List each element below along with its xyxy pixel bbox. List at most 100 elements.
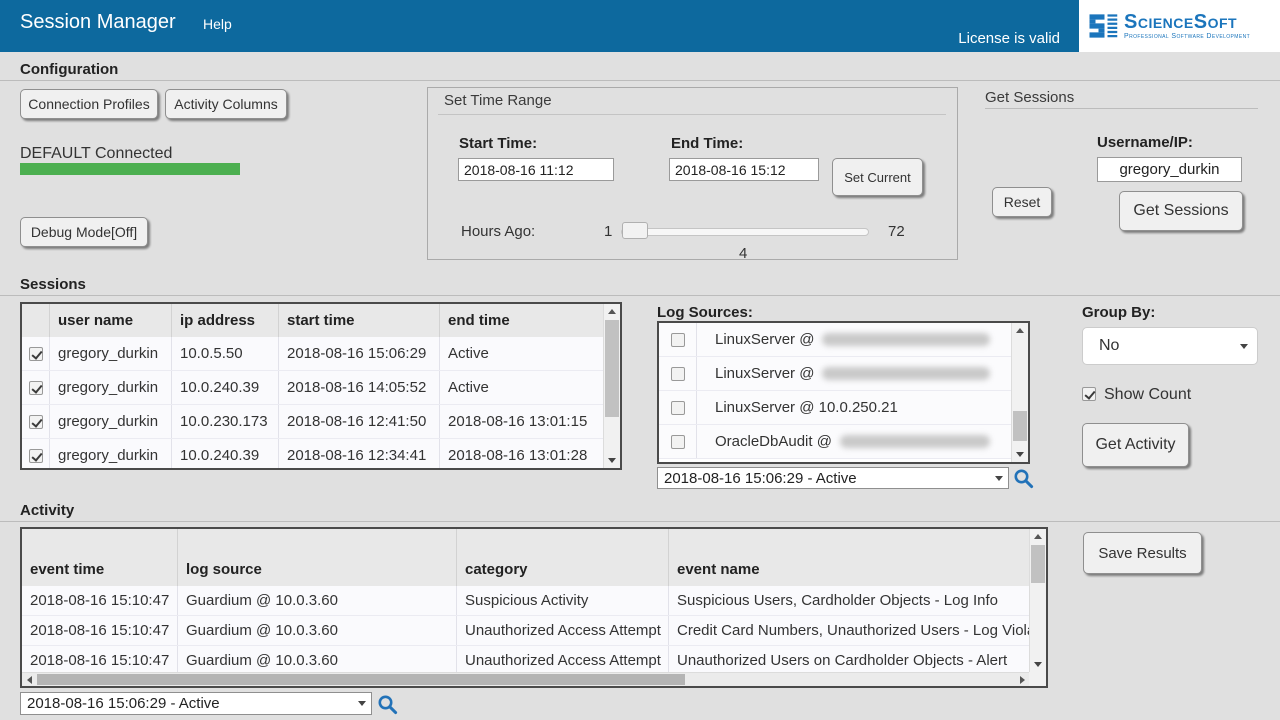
session-row-checkbox[interactable] <box>29 381 43 395</box>
cell-event-time: 2018-08-16 15:10:47 <box>22 586 177 615</box>
scrollbar-thumb[interactable] <box>1013 411 1027 441</box>
session-row-checkbox[interactable] <box>29 449 43 463</box>
cell-ip-address: 10.0.230.173 <box>171 405 278 438</box>
log-sources-vertical-scrollbar[interactable] <box>1011 323 1028 462</box>
start-time-label: Start Time: <box>459 135 537 152</box>
debug-mode-button[interactable]: Debug Mode[Off] <box>20 217 148 247</box>
log-source-checkbox[interactable] <box>671 435 685 449</box>
start-time-input[interactable] <box>458 158 614 181</box>
scrollbar-thumb[interactable] <box>37 674 685 685</box>
selected-session-value: 2018-08-16 15:06:29 - Active <box>658 470 990 487</box>
cell-user-name: gregory_durkin <box>49 439 171 470</box>
log-source-checkbox[interactable] <box>671 367 685 381</box>
log-source-text: LinuxServer @ <box>715 331 814 348</box>
activity-columns-button[interactable]: Activity Columns <box>165 89 287 119</box>
cell-event-name: Suspicious Users, Cardholder Objects - L… <box>668 586 1029 615</box>
cell-category: Suspicious Activity <box>456 586 668 615</box>
header-cell-category: category <box>456 529 668 586</box>
scrollbar-thumb[interactable] <box>605 320 619 417</box>
list-item: LinuxServer @ <box>659 357 1028 391</box>
group-by-select[interactable]: No <box>1082 327 1258 365</box>
cell-ip-address: 10.0.240.39 <box>171 439 278 470</box>
sessions-vertical-scrollbar[interactable] <box>603 304 620 468</box>
group-by-value: No <box>1083 337 1231 355</box>
show-count-checkbox[interactable] <box>1082 387 1096 401</box>
session-row-checkbox[interactable] <box>29 415 43 429</box>
header-cell-ip-address: ip address <box>171 304 278 337</box>
scroll-down-arrow[interactable] <box>604 453 620 468</box>
hours-ago-slider-track[interactable] <box>621 228 869 236</box>
header-cell-user-name: user name <box>49 304 171 337</box>
cell-event-time: 2018-08-16 15:10:47 <box>22 646 177 675</box>
group-by-label: Group By: <box>1082 304 1155 321</box>
cell-end-time: Active <box>439 337 603 370</box>
hours-ago-slider-handle[interactable] <box>622 222 648 239</box>
sessions-table-header: user name ip address start time end time <box>22 304 603 337</box>
redacted-address <box>840 435 990 448</box>
activity-horizontal-scrollbar[interactable] <box>22 672 1029 686</box>
cell-end-time: 2018-08-16 13:01:15 <box>439 405 603 438</box>
cell-event-name: Unauthorized Users on Cardholder Objects… <box>668 646 1029 675</box>
log-sources-session-select[interactable]: 2018-08-16 15:06:29 - Active <box>657 467 1009 489</box>
cell-end-time: 2018-08-16 13:01:28 <box>439 439 603 470</box>
scroll-up-arrow[interactable] <box>1012 323 1028 338</box>
scroll-up-arrow[interactable] <box>604 304 620 319</box>
get-sessions-button[interactable]: Get Sessions <box>1119 191 1243 231</box>
scroll-right-arrow[interactable] <box>1015 673 1029 686</box>
top-bar: Session Manager Help License is valid <box>0 0 1280 52</box>
table-row: gregory_durkin 10.0.240.39 2018-08-16 12… <box>22 439 603 470</box>
cell-user-name: gregory_durkin <box>49 337 171 370</box>
username-ip-label: Username/IP: <box>1097 134 1193 151</box>
end-time-label: End Time: <box>671 135 743 152</box>
set-time-range-panel: Set Time Range Start Time: End Time: Set… <box>427 87 958 260</box>
log-source-checkbox[interactable] <box>671 333 685 347</box>
scroll-down-arrow[interactable] <box>1030 657 1046 672</box>
search-icon[interactable] <box>375 692 399 716</box>
get-activity-button[interactable]: Get Activity <box>1082 423 1189 467</box>
slider-min-label: 1 <box>604 223 612 240</box>
log-source-text: LinuxServer @ <box>715 365 814 382</box>
cell-log-source: Guardium @ 10.0.3.60 <box>177 616 456 645</box>
table-row: gregory_durkin 10.0.5.50 2018-08-16 15:0… <box>22 337 603 371</box>
session-row-checkbox[interactable] <box>29 347 43 361</box>
cell-start-time: 2018-08-16 12:34:41 <box>278 439 439 470</box>
cell-event-time: 2018-08-16 15:10:47 <box>22 616 177 645</box>
save-results-button[interactable]: Save Results <box>1083 532 1202 574</box>
scroll-left-arrow[interactable] <box>22 673 36 686</box>
scroll-up-arrow[interactable] <box>1030 529 1046 544</box>
cell-ip-address: 10.0.5.50 <box>171 337 278 370</box>
cell-log-source: Guardium @ 10.0.3.60 <box>177 646 456 675</box>
header-cell-start-time: start time <box>278 304 439 337</box>
set-current-button[interactable]: Set Current <box>832 158 923 196</box>
selected-session-value: 2018-08-16 15:06:29 - Active <box>21 695 353 712</box>
cell-ip-address: 10.0.240.39 <box>171 371 278 404</box>
get-sessions-title: Get Sessions <box>985 89 1074 106</box>
list-item: LinuxServer @ <box>659 323 1028 357</box>
end-time-input[interactable] <box>669 158 819 181</box>
scrollbar-corner <box>1029 672 1046 686</box>
scrollbar-thumb[interactable] <box>1031 545 1045 583</box>
search-icon[interactable] <box>1011 466 1035 490</box>
activity-vertical-scrollbar[interactable] <box>1029 529 1046 686</box>
connection-status: DEFAULT Connected <box>20 145 172 163</box>
redacted-address <box>822 367 990 380</box>
table-row: 2018-08-16 15:10:47 Guardium @ 10.0.3.60… <box>22 616 1029 646</box>
username-ip-input[interactable] <box>1097 157 1242 182</box>
table-row: gregory_durkin 10.0.240.39 2018-08-16 14… <box>22 371 603 405</box>
connection-profiles-button[interactable]: Connection Profiles <box>20 89 158 119</box>
reset-button[interactable]: Reset <box>992 187 1052 217</box>
log-sources-label: Log Sources: <box>657 304 753 321</box>
scroll-down-arrow[interactable] <box>1012 447 1028 462</box>
header-cell-end-time: end time <box>439 304 603 337</box>
license-status: License is valid <box>958 30 1060 47</box>
redacted-address <box>822 333 990 346</box>
header-cell-event-name: event name <box>668 529 1029 586</box>
activity-session-select[interactable]: 2018-08-16 15:06:29 - Active <box>20 692 372 715</box>
hours-ago-label: Hours Ago: <box>461 223 535 240</box>
configuration-heading: Configuration <box>20 61 118 78</box>
log-source-checkbox[interactable] <box>671 401 685 415</box>
cell-start-time: 2018-08-16 15:06:29 <box>278 337 439 370</box>
help-menu-item[interactable]: Help <box>203 16 232 32</box>
cell-start-time: 2018-08-16 12:41:50 <box>278 405 439 438</box>
chevron-down-icon <box>990 476 1008 481</box>
